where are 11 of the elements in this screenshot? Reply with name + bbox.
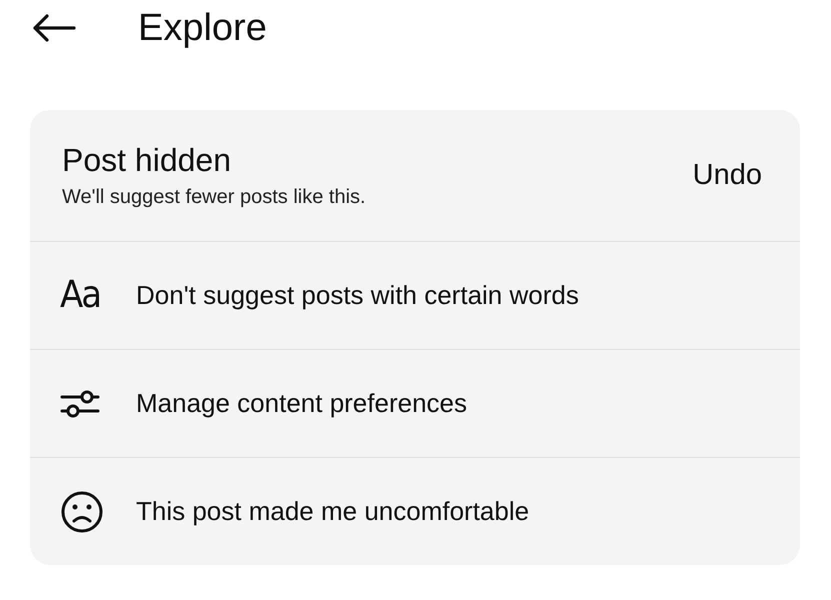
notice-subtitle: We'll suggest fewer posts like this. [62, 184, 367, 210]
sliders-icon [60, 388, 100, 420]
page-title: Explore [138, 9, 267, 47]
menu-option[interactable]: Aa Don't suggest posts with certain words [30, 242, 800, 350]
text-size-icon: Aa [60, 267, 100, 324]
notice-title: Post hidden [62, 140, 232, 180]
sad-face-icon [60, 490, 104, 534]
back-icon[interactable] [32, 14, 76, 42]
menu-option[interactable]: Manage content preferences [30, 350, 800, 458]
menu-option[interactable]: This post made me uncomfortable [30, 458, 800, 565]
undo-button[interactable]: Undo [692, 154, 762, 198]
